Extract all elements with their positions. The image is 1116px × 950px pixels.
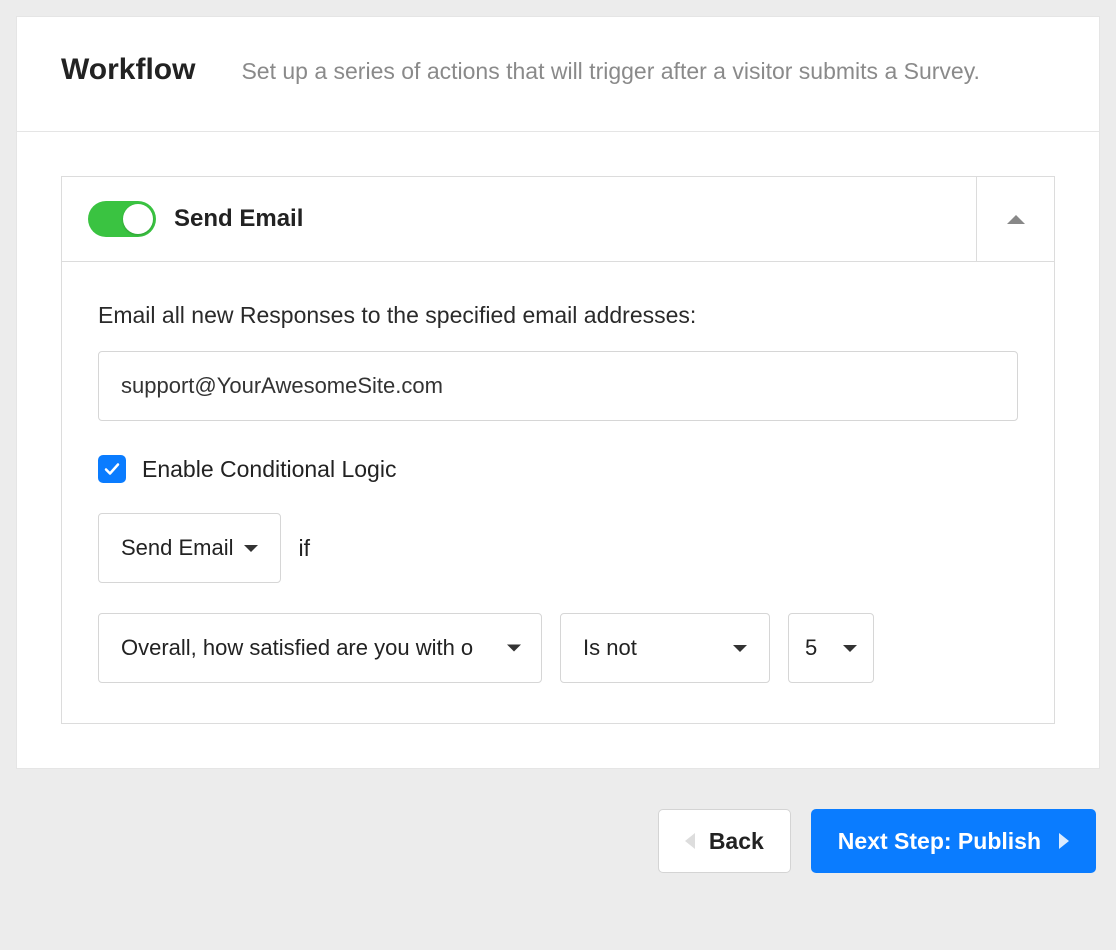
- caret-down-icon: [843, 645, 857, 652]
- workflow-panel: Workflow Set up a series of actions that…: [16, 16, 1100, 769]
- email-addresses-input[interactable]: [98, 351, 1018, 421]
- condition-value-value: 5: [805, 635, 817, 661]
- conditional-logic-checkbox[interactable]: [98, 455, 126, 483]
- panel-header: Workflow Set up a series of actions that…: [17, 17, 1099, 132]
- condition-question-value: Overall, how satisfied are you with o: [121, 635, 473, 661]
- email-addresses-label: Email all new Responses to the specified…: [98, 302, 1018, 329]
- if-text: if: [299, 535, 311, 562]
- collapse-button[interactable]: [976, 177, 1054, 261]
- check-icon: [104, 461, 120, 477]
- condition-action-select[interactable]: Send Email: [98, 513, 281, 583]
- condition-operator-value: Is not: [583, 635, 637, 661]
- condition-action-value: Send Email: [121, 535, 234, 561]
- page-title: Workflow: [61, 53, 195, 87]
- card-content: Email all new Responses to the specified…: [62, 262, 1054, 723]
- caret-down-icon: [733, 645, 747, 652]
- conditional-logic-label: Enable Conditional Logic: [142, 456, 396, 483]
- next-step-button[interactable]: Next Step: Publish: [811, 809, 1096, 873]
- wizard-footer: Back Next Step: Publish: [16, 769, 1100, 873]
- send-email-card: Send Email Email all new Responses to th…: [61, 176, 1055, 724]
- caret-up-icon: [1007, 215, 1025, 224]
- caret-down-icon: [507, 645, 521, 652]
- condition-value-select[interactable]: 5: [788, 613, 874, 683]
- condition-action-row: Send Email if: [98, 513, 1018, 583]
- next-step-label: Next Step: Publish: [838, 828, 1041, 855]
- card-header: Send Email: [62, 177, 1054, 262]
- conditional-logic-row: Enable Conditional Logic: [98, 455, 1018, 483]
- action-title: Send Email: [174, 205, 976, 233]
- condition-rule-row: Overall, how satisfied are you with o Is…: [98, 613, 1018, 683]
- chevron-left-icon: [685, 833, 695, 849]
- page-description: Set up a series of actions that will tri…: [241, 58, 979, 85]
- condition-operator-select[interactable]: Is not: [560, 613, 770, 683]
- back-button[interactable]: Back: [658, 809, 791, 873]
- condition-question-select[interactable]: Overall, how satisfied are you with o: [98, 613, 542, 683]
- panel-body: Send Email Email all new Responses to th…: [17, 132, 1099, 768]
- enable-action-toggle[interactable]: [88, 201, 156, 237]
- back-button-label: Back: [709, 828, 764, 855]
- toggle-knob: [123, 204, 153, 234]
- caret-down-icon: [244, 545, 258, 552]
- chevron-right-icon: [1059, 833, 1069, 849]
